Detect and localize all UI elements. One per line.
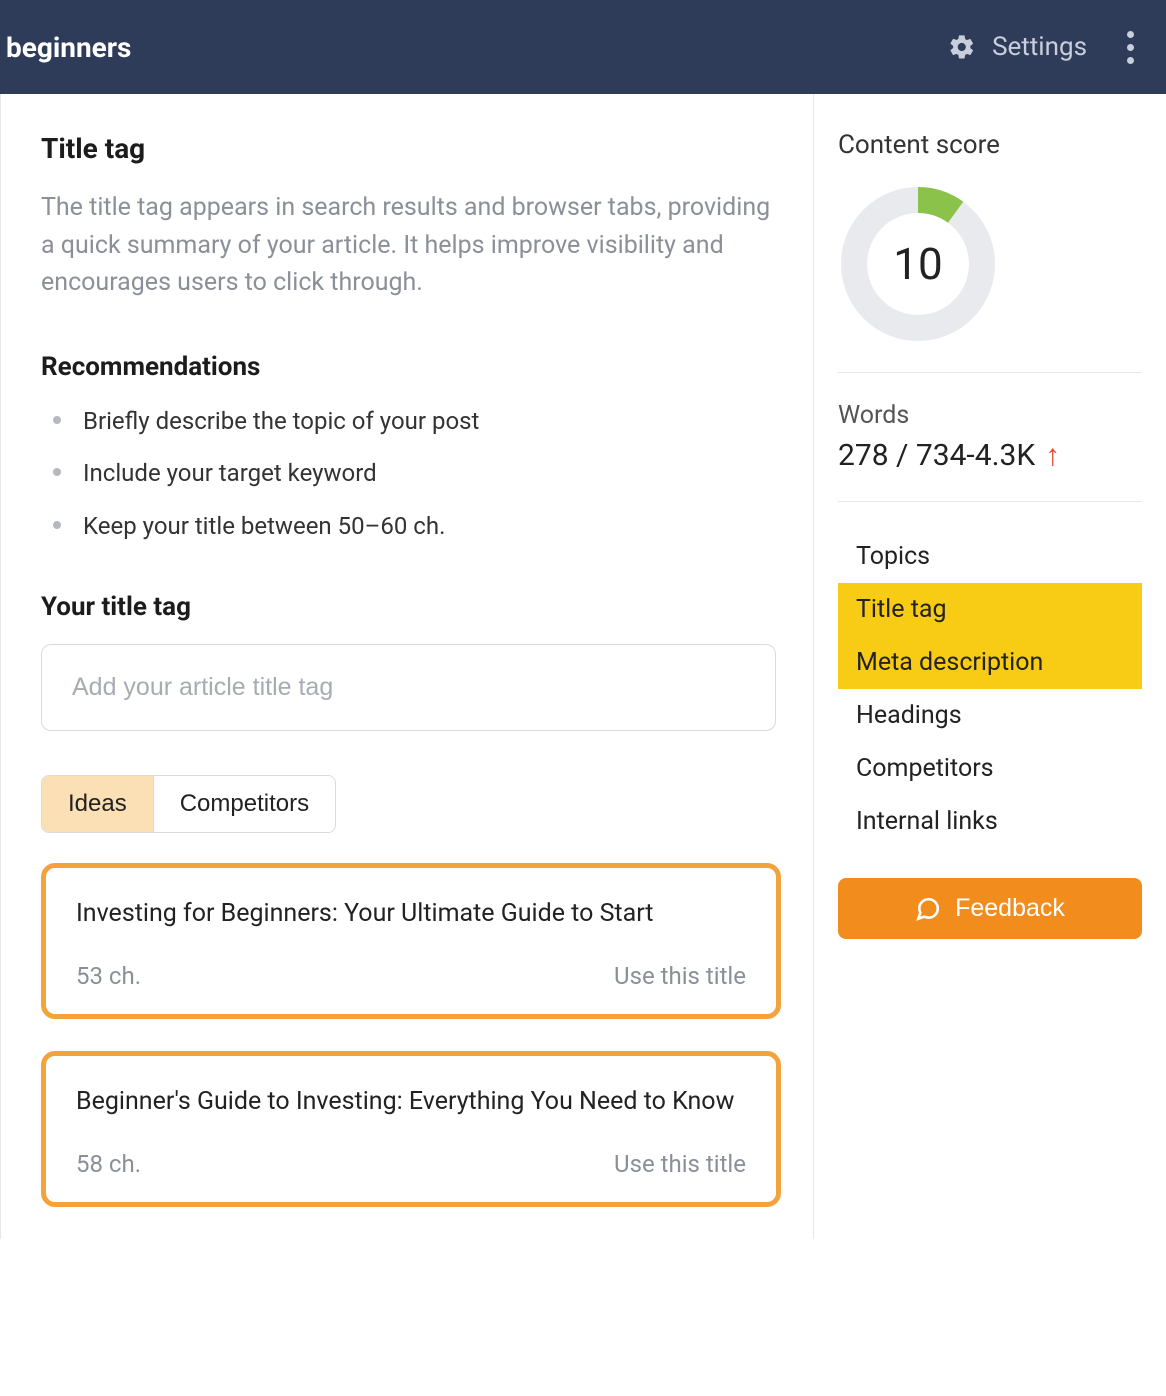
gear-icon xyxy=(948,33,976,61)
nav-item-competitors[interactable]: Competitors xyxy=(838,742,1142,795)
nav-item-headings[interactable]: Headings xyxy=(838,689,1142,742)
recommendation-text: Include your target keyword xyxy=(83,456,377,491)
title-tag-input[interactable] xyxy=(41,644,776,731)
content-score-label: Content score xyxy=(838,130,1142,160)
words-label: Words xyxy=(838,401,1142,430)
sidebar: Content score 10 Words 278 / 734-4.3K ↑ … xyxy=(814,94,1166,1239)
title-tag-description: The title tag appears in search results … xyxy=(41,189,773,302)
ideas-competitors-tabs: Ideas Competitors xyxy=(41,775,336,833)
your-title-heading: Your title tag xyxy=(41,592,773,622)
recommendation-item: Include your target keyword xyxy=(41,456,773,491)
tab-competitors[interactable]: Competitors xyxy=(154,776,335,832)
idea-char-count: 53 ch. xyxy=(76,962,141,990)
idea-card: Beginner's Guide to Investing: Everythin… xyxy=(41,1051,781,1207)
nav-item-title-tag[interactable]: Title tag xyxy=(838,583,1142,636)
content-score-value: 10 xyxy=(838,184,998,344)
tab-ideas[interactable]: Ideas xyxy=(42,776,154,832)
topbar-right: Settings xyxy=(948,27,1138,68)
divider xyxy=(838,372,1142,373)
score-ring-wrap: 10 xyxy=(838,184,1142,344)
layout: Title tag The title tag appears in searc… xyxy=(0,94,1166,1239)
recommendation-item: Briefly describe the topic of your post xyxy=(41,404,773,439)
idea-title: Investing for Beginners: Your Ultimate G… xyxy=(76,896,746,932)
idea-card: Investing for Beginners: Your Ultimate G… xyxy=(41,863,781,1019)
idea-char-count: 58 ch. xyxy=(76,1150,141,1178)
recommendations-list: Briefly describe the topic of your post … xyxy=(41,404,773,544)
feedback-label: Feedback xyxy=(955,894,1065,923)
title-tag-heading: Title tag xyxy=(41,132,773,165)
idea-title: Beginner's Guide to Investing: Everythin… xyxy=(76,1084,746,1120)
recommendation-item: Keep your title between 50–60 ch. xyxy=(41,509,773,544)
idea-footer: 58 ch. Use this title xyxy=(76,1150,746,1178)
words-value: 278 / 734-4.3K xyxy=(838,438,1035,473)
arrow-up-icon: ↑ xyxy=(1045,438,1060,473)
more-menu-icon[interactable] xyxy=(1123,27,1138,68)
bullet-icon xyxy=(53,416,61,424)
settings-label: Settings xyxy=(992,32,1087,62)
nav-item-meta-description[interactable]: Meta description xyxy=(838,636,1142,689)
chat-icon xyxy=(915,896,941,922)
use-this-title-button[interactable]: Use this title xyxy=(614,1150,746,1178)
feedback-button[interactable]: Feedback xyxy=(838,878,1142,939)
bullet-icon xyxy=(53,468,61,476)
idea-footer: 53 ch. Use this title xyxy=(76,962,746,990)
nav-item-topics[interactable]: Topics xyxy=(838,530,1142,583)
recommendations-heading: Recommendations xyxy=(41,352,773,382)
topbar: beginners Settings xyxy=(0,0,1166,94)
recommendation-text: Briefly describe the topic of your post xyxy=(83,404,479,439)
content-score-ring: 10 xyxy=(838,184,998,344)
nav-item-internal-links[interactable]: Internal links xyxy=(838,795,1142,848)
bullet-icon xyxy=(53,521,61,529)
settings-button[interactable]: Settings xyxy=(948,32,1087,62)
main-column: Title tag The title tag appears in searc… xyxy=(0,94,814,1239)
divider xyxy=(838,501,1142,502)
use-this-title-button[interactable]: Use this title xyxy=(614,962,746,990)
topbar-title: beginners xyxy=(0,31,131,64)
sidebar-nav: Topics Title tag Meta description Headin… xyxy=(838,530,1142,848)
words-value-row: 278 / 734-4.3K ↑ xyxy=(838,438,1142,473)
recommendation-text: Keep your title between 50–60 ch. xyxy=(83,509,445,544)
